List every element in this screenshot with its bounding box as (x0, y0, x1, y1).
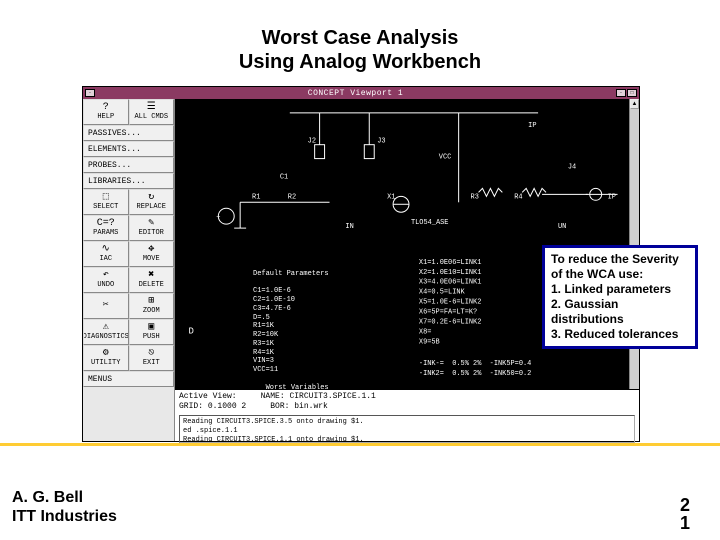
svg-text:~: ~ (216, 214, 220, 222)
allcmds-button[interactable]: ☰ALL CMDS (129, 99, 175, 125)
exit-button[interactable]: ⎋EXIT (129, 345, 175, 371)
elements-button[interactable]: ELEMENTS... (83, 141, 174, 157)
svg-text:UN: UN (558, 223, 566, 231)
author-block: A. G. Bell ITT Industries (12, 489, 117, 526)
name-label: NAME: (261, 392, 285, 401)
delete-button[interactable]: ✖DELETE (129, 267, 175, 293)
svg-text:X2=1.0E10=LINK1: X2=1.0E10=LINK1 (419, 269, 481, 277)
zoom-button[interactable]: ⊞ZOOM (129, 293, 175, 319)
name-value: CIRCUIT3.SPICE.1.1 (289, 392, 375, 401)
log-line: Reading CIRCUIT3.SPICE.3.5 onto drawing … (183, 418, 631, 427)
help-button[interactable]: ?HELP (83, 99, 129, 125)
minimize-button[interactable]: - (616, 89, 626, 97)
status-panel: Active View: NAME: CIRCUIT3.SPICE.1.1 GR… (175, 389, 639, 441)
iac-button[interactable]: ∿IAC (83, 241, 129, 267)
probes-button[interactable]: PROBES... (83, 157, 174, 173)
svg-text:X4=0.5=LINK: X4=0.5=LINK (419, 289, 466, 297)
log-line: ed .spice.1.1 (183, 427, 631, 436)
cut-button[interactable]: ✂ (83, 293, 129, 319)
callout-item: 3. Reduced tolerances (551, 327, 678, 341)
log-line: Reading CIRCUIT3.SPICE.1.1 onto drawing … (183, 436, 631, 443)
grid-label: GRID: (179, 402, 203, 411)
grid-value: 0.1000 2 (208, 402, 246, 411)
window-title: CONCEPT Viewport 1 (95, 89, 616, 98)
svg-text:X1=1.0E06=LINK1: X1=1.0E06=LINK1 (419, 259, 481, 267)
move-button[interactable]: ✥MOVE (129, 241, 175, 267)
window-titlebar[interactable]: - CONCEPT Viewport 1 - □ (83, 87, 639, 99)
svg-text:R1: R1 (252, 193, 260, 201)
utility-button[interactable]: ⚙UTILITY (83, 345, 129, 371)
svg-text:C1: C1 (280, 173, 288, 181)
undo-button[interactable]: ↶UNDO (83, 267, 129, 293)
select-button[interactable]: ⬚SELECT (83, 189, 129, 215)
callout-item: 2. Gaussian distributions (551, 297, 624, 326)
svg-text:X5=1.0E-6=LINK2: X5=1.0E-6=LINK2 (419, 299, 481, 307)
svg-text:J3: J3 (377, 138, 385, 146)
tool-sidebar: ?HELP ☰ALL CMDS PASSIVES... ELEMENTS... … (83, 99, 175, 441)
svg-text:R4: R4 (514, 193, 522, 201)
svg-text:VCC: VCC (439, 154, 452, 162)
parameters-block: Default Parameters C1=1.0E-6 C2=1.0E-10 … (253, 261, 329, 389)
callout-heading: To reduce the Severity of the WCA use: (551, 252, 679, 281)
svg-text:X6=5P=FA=LT=K?: X6=5P=FA=LT=K? (419, 309, 477, 317)
callout-note: To reduce the Severity of the WCA use: 1… (542, 245, 698, 349)
svg-text:X8=: X8= (419, 328, 432, 336)
svg-text:TLO54_ASE: TLO54_ASE (411, 219, 448, 227)
svg-text:IP: IP (528, 122, 536, 130)
libraries-button[interactable]: LIBRARIES... (83, 173, 174, 189)
author-org: ITT Industries (12, 508, 117, 525)
page-number: 21 (680, 496, 690, 532)
sysmenu-button[interactable]: - (85, 89, 95, 97)
svg-text:IN: IN (345, 223, 353, 231)
author-name: A. G. Bell (12, 489, 83, 506)
bor-value: bin.wrk (294, 402, 328, 411)
slide-title: Worst Case Analysis Using Analog Workben… (0, 26, 720, 74)
callout-item: 1. Linked parameters (551, 282, 671, 296)
svg-text:D: D (189, 326, 194, 336)
svg-text:R3: R3 (471, 193, 479, 201)
push-button[interactable]: ▣PUSH (129, 319, 175, 345)
svg-text:X3=4.0E06=LINK1: X3=4.0E06=LINK1 (419, 279, 481, 287)
title-line-2: Using Analog Workbench (239, 51, 481, 73)
svg-text:X9=5B: X9=5B (419, 338, 440, 346)
scroll-up-icon[interactable]: ▲ (630, 99, 639, 109)
svg-text:-INK2= 0.5% 2% -INK50=0.2: -INK2= 0.5% 2% -INK50=0.2 (419, 370, 531, 378)
diagnostics-button[interactable]: ⚠DIAGNOSTICS (83, 319, 129, 345)
svg-text:-INK-= 0.5% 2% -INK5P=0.4: -INK-= 0.5% 2% -INK5P=0.4 (419, 360, 531, 368)
passives-button[interactable]: PASSIVES... (83, 125, 174, 141)
bor-label: BOR: (270, 402, 289, 411)
svg-text:X7=0.2E-6=LINK2: X7=0.2E-6=LINK2 (419, 318, 481, 326)
svg-text:J4: J4 (568, 164, 576, 172)
editor-button[interactable]: ✎EDITOR (129, 215, 175, 241)
maximize-button[interactable]: □ (627, 89, 637, 97)
title-line-1: Worst Case Analysis (262, 27, 459, 49)
svg-text:R2: R2 (288, 193, 296, 201)
console-output: Reading CIRCUIT3.SPICE.3.5 onto drawing … (179, 415, 635, 443)
slide: Worst Case Analysis Using Analog Workben… (0, 0, 720, 540)
menus-button[interactable]: MENUS (83, 371, 174, 387)
params-button[interactable]: C=?PARAMS (83, 215, 129, 241)
replace-button[interactable]: ↻REPLACE (129, 189, 175, 215)
active-view-label: Active View: (179, 392, 237, 401)
